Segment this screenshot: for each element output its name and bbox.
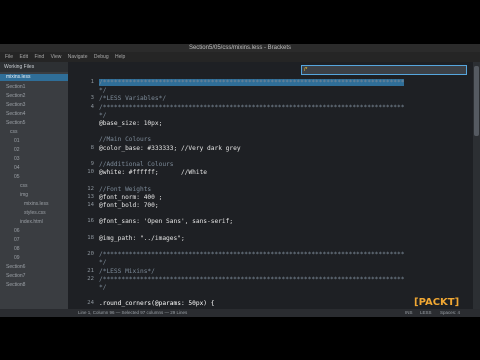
line-number: 3 [90,95,94,102]
menu-file[interactable]: File [5,54,13,60]
status-bar: Line 1, Column 96 — Selected 97 columns … [0,309,480,317]
window-title: Section5/05/css/mixins.less - Brackets [0,44,480,52]
menu-find[interactable]: Find [34,54,44,60]
scroll-thumb[interactable] [474,66,479,136]
code-line[interactable]: @color_base: #333333; //Very dark grey [99,145,241,152]
line-number: 18 [87,234,94,241]
code-line[interactable]: //Font Weights [99,186,151,193]
file-tree-item[interactable]: 02 [14,147,20,154]
file-tree-item[interactable]: Section5 [6,120,25,127]
file-tree-item[interactable]: img [20,192,28,199]
file-tree-item[interactable]: 09 [14,255,20,262]
menu-edit[interactable]: Edit [19,54,28,60]
code-editor[interactable]: /* 1 /***********************************… [68,62,473,316]
code-line[interactable]: @img_path: "../images"; [99,235,185,242]
menu-view[interactable]: View [51,54,62,60]
line-number: 9 [90,161,94,167]
code-line[interactable]: */ [99,259,106,266]
working-file-item[interactable]: mixins.less [0,74,68,81]
line-number: 16 [87,218,94,225]
file-tree-item[interactable]: 08 [14,246,20,253]
file-tree-item[interactable]: Section7 [6,273,25,280]
line-number: 1 [90,79,94,85]
code-line[interactable]: .round_corners(@params: 50px) { [99,300,214,307]
line-number: 20 [87,251,94,258]
code-line[interactable]: @white: #ffffff; //White [99,169,207,176]
line-number: 21 [87,267,94,274]
file-tree-item[interactable]: 03 [14,156,20,163]
line-number: 14 [87,202,94,208]
code-line[interactable]: /***************************************… [99,104,404,111]
code-line[interactable]: */ [99,87,106,94]
search-input[interactable]: /* [301,65,467,75]
project-sidebar: Working Files mixins.less Section1 Sectio… [0,62,68,312]
code-line[interactable]: @font_bold: 700; [99,202,159,209]
file-tree-item[interactable]: Section3 [6,102,25,109]
line-number: 8 [90,144,94,151]
file-tree-item[interactable]: 05 [14,174,20,181]
file-tree-item[interactable]: Section1 [6,84,25,91]
working-files-header: Working Files [0,62,68,72]
menu-debug[interactable]: Debug [94,54,109,60]
menu-help[interactable]: Help [115,54,125,60]
menu-navigate[interactable]: Navigate [68,54,88,60]
code-line[interactable]: /***************************************… [99,79,405,86]
code-line[interactable]: @font_norm: 400 ; [99,194,162,201]
cursor-status: Line 1, Column 96 — Selected 97 columns … [78,310,188,315]
file-tree-item[interactable]: Section4 [6,111,25,118]
file-tree-item[interactable]: css [20,183,28,190]
file-tree-item[interactable]: 01 [14,138,20,145]
line-number: 10 [87,169,94,176]
line-number: 22 [87,275,94,282]
file-tree-item[interactable]: Section2 [6,93,25,100]
file-tree-item[interactable]: Section8 [6,282,25,289]
status-ins[interactable]: INS [405,309,413,317]
line-number: 24 [87,300,94,307]
code-line[interactable]: */ [99,112,106,119]
menu-bar: File Edit Find View Navigate Debug Help [0,52,480,62]
code-line[interactable]: /*LESS Variables*/ [99,95,166,102]
packt-logo: [PACKT] [414,297,460,308]
status-language[interactable]: LESS [420,309,432,317]
file-tree-item[interactable]: Section6 [6,264,25,271]
code-line[interactable]: /*LESS Mixins*/ [99,268,155,275]
code-line[interactable]: @font_sans: 'Open Sans', sans-serif; [99,218,233,225]
code-line[interactable]: //Additional Colours [99,161,174,168]
file-tree-item[interactable]: 07 [14,237,20,244]
code-line[interactable]: /***************************************… [99,276,404,283]
code-line[interactable]: /***************************************… [99,251,404,258]
app-window: Section5/05/css/mixins.less - Brackets F… [0,44,480,317]
line-number: 13 [87,193,94,200]
file-tree-item[interactable]: 04 [14,165,20,172]
line-number: 4 [90,103,94,110]
code-line[interactable]: //Main Colours [99,136,151,143]
file-tree-item[interactable]: styles.css [24,210,46,217]
file-tree-item[interactable]: index.html [20,219,43,226]
vertical-scrollbar[interactable] [473,62,480,312]
file-tree-item[interactable]: 06 [14,228,20,235]
line-number: 12 [87,185,94,192]
code-line[interactable]: @base_size: 10px; [99,120,162,127]
file-tree-item[interactable]: css [10,129,18,136]
status-indent[interactable]: Spaces: 4 [440,309,460,317]
code-line[interactable]: */ [99,284,106,291]
file-tree-item[interactable]: mixins.less [24,201,48,208]
